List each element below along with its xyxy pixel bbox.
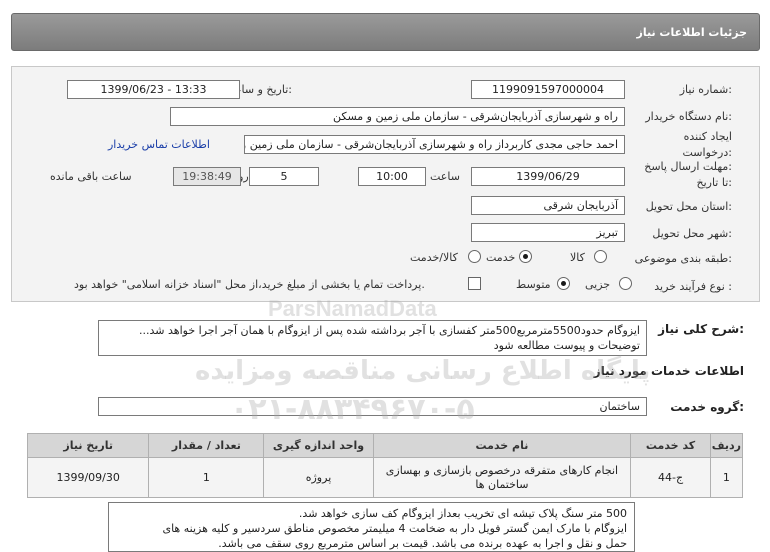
category-label: طبقه بندی موضوعی: <box>634 252 732 265</box>
process-radio-medium[interactable] <box>557 277 570 290</box>
deadline-time-field[interactable]: 10:00 <box>358 167 426 186</box>
col-need-date: تاریخ نیاز <box>26 433 150 458</box>
city-field[interactable]: تبریز <box>471 223 625 242</box>
table-row: 1 ج-44 انجام کارهای متفرقه درخصوص بازساز… <box>26 457 744 498</box>
province-field[interactable]: آذربایجان شرقی <box>471 196 625 215</box>
cell-row-number: 1 <box>709 457 744 498</box>
col-unit: واحد اندازه گیری <box>263 433 374 458</box>
buyer-org-label: نام دستگاه خریدار: <box>645 110 732 123</box>
deadline-time-label: ساعت <box>430 170 460 183</box>
cell-need-date: 1399/09/30 <box>26 457 150 498</box>
announce-date-field[interactable]: 1399/06/23 - 13:33 <box>67 80 240 99</box>
services-table: ردیف کد خدمت نام خدمت واحد اندازه گیری ت… <box>26 433 744 498</box>
page-title: جزئیات اطلاعات نیاز <box>636 26 748 39</box>
col-row-number: ردیف <box>709 433 744 458</box>
treasury-payment-checkbox[interactable] <box>468 277 481 290</box>
process-radio-minor[interactable] <box>619 277 632 290</box>
services-section-title: اطلاعات خدمات مورد نیاز <box>593 364 744 378</box>
time-remaining-label: ساعت باقی مانده <box>50 170 132 183</box>
col-service-code: کد خدمت <box>630 433 711 458</box>
province-label: استان محل تحویل: <box>645 200 732 213</box>
description-line2: توضیحات و پیوست مطالعه شود <box>493 339 640 352</box>
need-number-field[interactable]: 1199091597000004 <box>471 80 625 99</box>
cell-quantity: 1 <box>148 457 265 498</box>
col-service-name: نام خدمت <box>372 433 632 458</box>
category-radio-goods-service[interactable] <box>468 250 481 263</box>
table-header-row: ردیف کد خدمت نام خدمت واحد اندازه گیری ت… <box>26 433 744 458</box>
notes-line3: حمل و نقل و اجرا به عهده برنده می باشد. … <box>218 537 627 550</box>
deadline-label-line1: مهلت ارسال پاسخ: <box>644 160 732 173</box>
cell-service-name: انجام کارهای متفرقه درخصوص بازسازی و بهس… <box>372 457 632 498</box>
category-option-goods: کالا <box>570 251 585 264</box>
process-option-minor: جزیی <box>585 278 611 291</box>
creator-label-line1: ایجاد کننده <box>683 130 732 143</box>
cell-unit: پروژه <box>263 457 374 498</box>
days-remaining-field[interactable]: 5 <box>249 167 319 186</box>
deadline-label-line2: تا تاریخ: <box>696 176 732 189</box>
buyer-org-field[interactable]: راه و شهرسازی آذربایجان‌شرقی - سازمان مل… <box>170 107 625 126</box>
city-label: شهر محل تحویل: <box>652 227 732 240</box>
notes-line1: 500 متر سنگ پلاک تیشه ای تخریب بعداز ایز… <box>298 507 627 520</box>
buyer-contact-link[interactable]: اطلاعات تماس خریدار <box>108 138 210 151</box>
time-remaining-field: 19:38:49 <box>173 167 241 186</box>
watermark-title: پایگاه اطلاع رسانی مناقصه ومزایده <box>195 356 651 386</box>
service-group-label: گروه خدمت: <box>670 400 744 414</box>
cell-service-code: ج-44 <box>630 457 711 498</box>
deadline-date-field[interactable]: 1399/06/29 <box>471 167 625 186</box>
need-number-label: شماره نیاز: <box>679 83 732 96</box>
col-quantity: تعداد / مقدار <box>148 433 265 458</box>
process-type-label: نوع فرآیند خرید : <box>654 280 732 293</box>
description-field[interactable]: ایزوگام حدود5500مترمربع500متر کفسازی با … <box>98 320 647 356</box>
category-option-service: خدمت <box>486 251 516 264</box>
category-option-goods-service: کالا/خدمت <box>410 251 458 264</box>
treasury-payment-text: پرداخت تمام یا بخشی از مبلغ خرید،از محل … <box>74 278 425 291</box>
category-radio-goods[interactable] <box>594 250 607 263</box>
notes-line2: ایزوگام با مارک ایمن گستر فویل دار به ضخ… <box>162 522 627 535</box>
description-label: شرح کلی نیاز: <box>658 322 744 336</box>
process-option-medium: متوسط <box>516 278 551 291</box>
creator-field[interactable]: احمد حاجی مجدی کاربرداز راه و شهرسازی آذ… <box>244 135 625 154</box>
category-radio-service[interactable] <box>519 250 532 263</box>
service-group-field[interactable]: ساختمان <box>98 397 647 416</box>
description-line1: ایزوگام حدود5500مترمربع500متر کفسازی با … <box>139 324 640 337</box>
creator-label-line2: درخواست: <box>682 146 733 159</box>
page-header: جزئیات اطلاعات نیاز <box>11 13 760 51</box>
